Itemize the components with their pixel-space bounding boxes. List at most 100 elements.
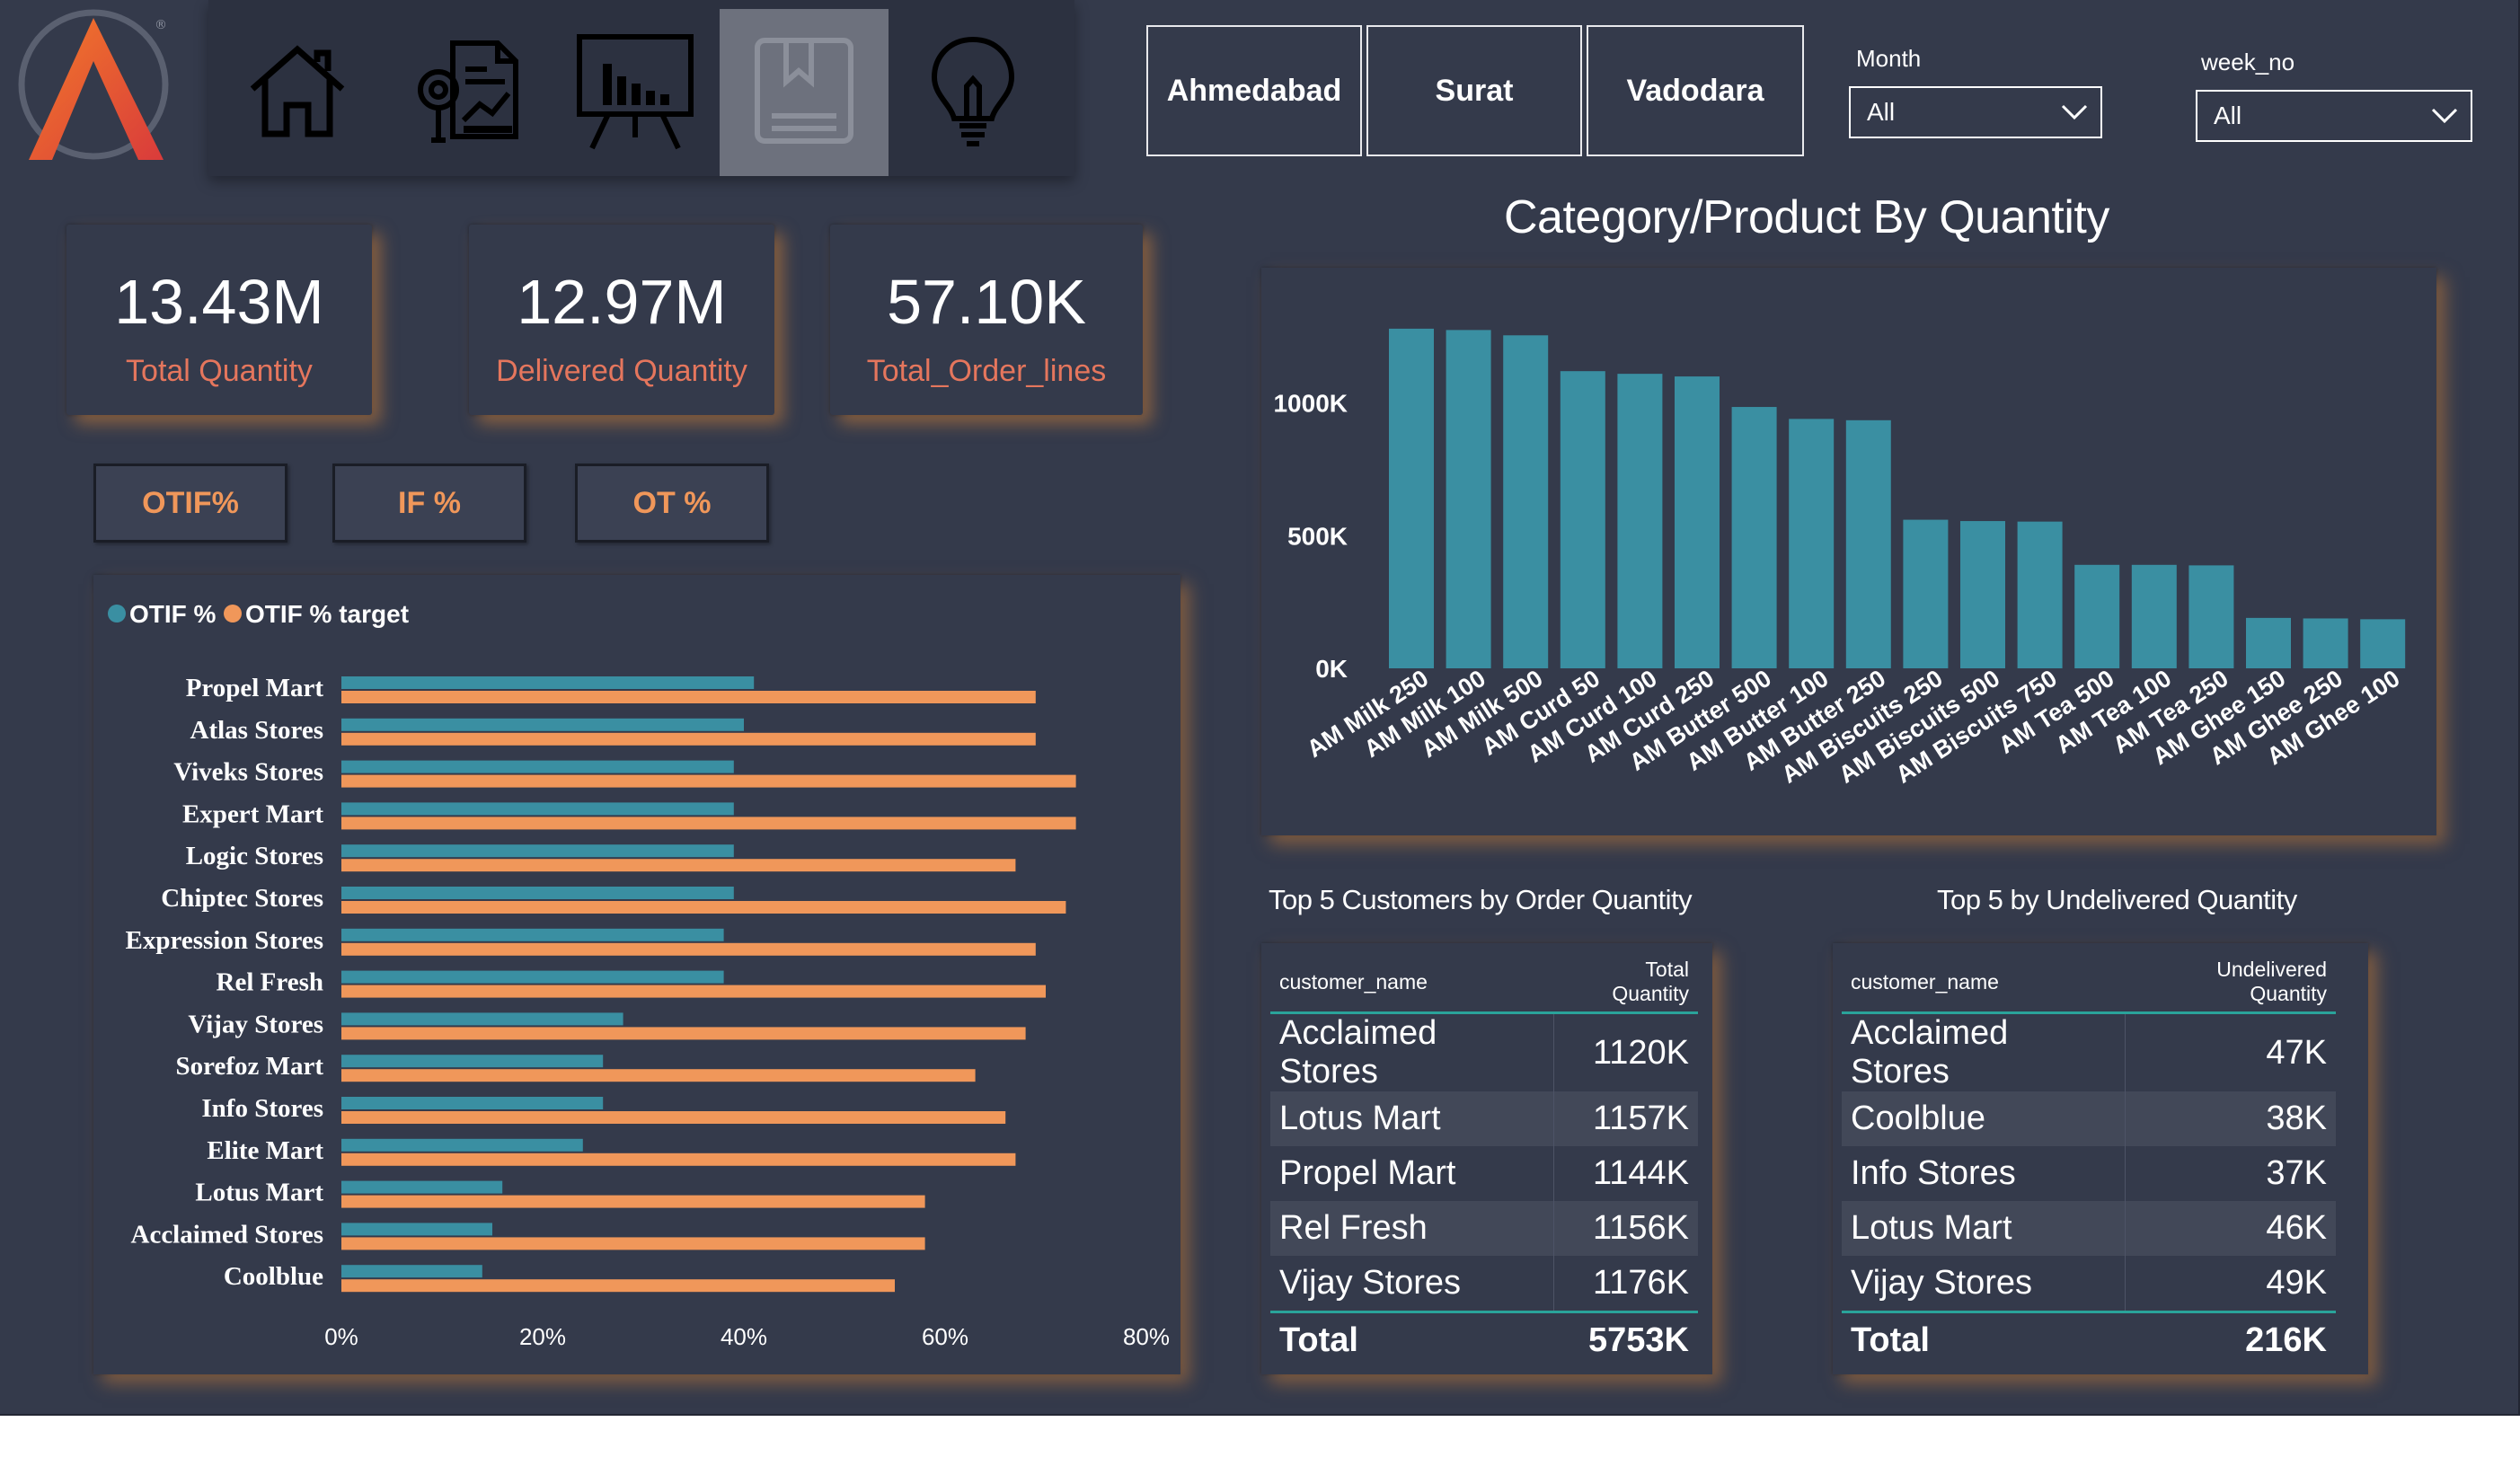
category-label: Expert Mart: [182, 799, 323, 828]
category-chart-panel: 0K 500K 1000K AM Milk 250 AM Milk 100 AM Milk…: [1261, 268, 2436, 835]
quantity-cell: 1120K: [1592, 1033, 1689, 1072]
otif-target-bar: [341, 942, 1036, 956]
x-tick-label: 0%: [324, 1323, 358, 1350]
if-button[interactable]: IF %: [332, 464, 526, 543]
otif-bar: [341, 1097, 604, 1109]
home-icon: [243, 37, 351, 149]
otif-target-bar: [341, 1237, 925, 1250]
week-slicer-dropdown[interactable]: All: [2196, 90, 2472, 142]
month-slicer-dropdown[interactable]: All: [1849, 86, 2102, 138]
top-undelivered-title: Top 5 by Undelivered Quantity: [1937, 884, 2297, 915]
customer-name-cell: Lotus Mart: [1270, 1091, 1554, 1146]
category-label: Logic Stores: [186, 842, 323, 870]
customer-name-cell: Rel Fresh: [1270, 1201, 1554, 1256]
quantity-cell: 1144K: [1592, 1154, 1689, 1192]
y-tick-label: 500K: [1287, 522, 1348, 550]
table-row[interactable]: Acclaimed Stores 1120K: [1270, 1012, 1698, 1091]
chevron-down-icon: [2061, 98, 2088, 127]
kpi-card-delivered-quantity: 12.97M Delivered Quantity: [469, 225, 774, 415]
otif-bar: [341, 718, 744, 731]
city-button-surat[interactable]: Surat: [1366, 25, 1582, 156]
table-row[interactable]: Acclaimed Stores 47K: [1842, 1012, 2336, 1091]
column-header-customer-name[interactable]: customer_name: [1842, 952, 2126, 1014]
column-header-undelivered-quantity[interactable]: Undelivered Quantity: [2125, 952, 2336, 1014]
otif-target-bar: [341, 817, 1076, 830]
category-bar: [1503, 335, 1549, 668]
week-slicer-label: week_no: [2201, 49, 2295, 75]
table-row[interactable]: Vijay Stores 49K: [1842, 1256, 2336, 1312]
category-label: Atlas Stores: [190, 716, 323, 745]
otif-target-bar: [341, 1279, 895, 1293]
table-total-row: Total 216K: [1842, 1311, 2336, 1367]
otif-bar: [341, 1012, 623, 1026]
category-bar: [1731, 407, 1777, 668]
table-row[interactable]: Lotus Mart 46K: [1842, 1201, 2336, 1256]
otif-bar: [341, 1223, 492, 1236]
otif-bar: [341, 887, 734, 899]
category-label: Sorefoz Mart: [175, 1052, 323, 1081]
month-slicer-label: Month: [1856, 45, 1922, 72]
category-label: Chiptec Stores: [161, 884, 323, 913]
month-slicer-value: All: [1867, 98, 1896, 126]
city-button-ahmedabad[interactable]: Ahmedabad: [1146, 25, 1362, 156]
category-bar: [2017, 521, 2063, 668]
x-tick-label: 80%: [1123, 1323, 1170, 1350]
quantity-cell: 1157K: [1553, 1091, 1698, 1146]
report-canvas: ® Ahmedabad Surat Vadodara Month All wee…: [0, 0, 2520, 1416]
legend-label: OTIF % target: [245, 600, 409, 628]
category-bar: [1845, 419, 1891, 668]
ot-button[interactable]: OT %: [575, 464, 769, 543]
table-row[interactable]: Vijay Stores 1176K: [1270, 1256, 1698, 1312]
otif-bar: [341, 760, 734, 773]
top-customers-title: Top 5 Customers by Order Quantity: [1269, 884, 1693, 915]
otif-chart-panel: OTIF % OTIF % target Propel Mart Atlas Stor…: [93, 575, 1180, 1374]
table-row[interactable]: Propel Mart 1144K: [1270, 1146, 1698, 1201]
category-chart-title: Category/Product By Quantity: [1504, 191, 2109, 243]
otif-bar: [341, 1180, 503, 1194]
otif-button[interactable]: OTIF%: [93, 464, 287, 543]
otif-bar: [341, 676, 755, 689]
nav-insights-button[interactable]: [889, 9, 1057, 176]
category-bar: [2131, 564, 2177, 668]
category-bar: [1389, 328, 1434, 668]
table-row[interactable]: Rel Fresh 1156K: [1270, 1201, 1698, 1256]
category-label: Coolblue: [224, 1262, 323, 1291]
customer-name-cell: Lotus Mart: [1842, 1201, 2127, 1256]
otif-bar: [341, 1055, 604, 1068]
category-bar: [1446, 330, 1491, 668]
category-label: Viveks Stores: [173, 758, 323, 787]
category-label: Rel Fresh: [217, 968, 323, 997]
table-row[interactable]: Coolblue 38K: [1842, 1091, 2336, 1146]
category-bar: [1960, 521, 2005, 668]
category-bar: [1560, 371, 1605, 668]
legend-marker: [108, 605, 126, 623]
category-label: Acclaimed Stores: [131, 1220, 324, 1249]
legend-marker: [224, 605, 242, 623]
category-label: Vijay Stores: [188, 1010, 323, 1038]
nav-report-button[interactable]: [382, 9, 551, 176]
category-bar: [2360, 619, 2406, 668]
table-row[interactable]: Info Stores 37K: [1842, 1146, 2336, 1201]
nav-presentation-button[interactable]: [551, 9, 720, 176]
city-button-vadodara[interactable]: Vadodara: [1587, 25, 1804, 156]
category-bar: [1617, 374, 1663, 668]
nav-bookmark-button[interactable]: [720, 9, 889, 176]
otif-bar: [341, 1138, 583, 1152]
quantity-cell: 38K: [2125, 1091, 2336, 1146]
otif-target-bar: [341, 774, 1076, 788]
chevron-down-icon: [2431, 102, 2458, 130]
otif-bar: [341, 1265, 482, 1278]
customer-name-cell: Vijay Stores: [1842, 1256, 2127, 1312]
customer-name-cell: Propel Mart: [1270, 1146, 1554, 1201]
table-row[interactable]: Lotus Mart 1157K: [1270, 1091, 1698, 1146]
total-label: Total: [1842, 1311, 2126, 1367]
y-tick-label: 0K: [1315, 655, 1348, 683]
column-header-customer-name[interactable]: customer_name: [1270, 952, 1554, 1014]
category-bar: [2246, 617, 2291, 668]
otif-target-bar: [341, 1069, 976, 1082]
lightbulb-icon: [924, 32, 1022, 154]
column-header-total-quantity[interactable]: Total Quantity: [1553, 952, 1698, 1014]
otif-target-bar: [341, 691, 1036, 703]
category-bar: [1903, 519, 1949, 668]
nav-home-button[interactable]: [213, 9, 382, 176]
